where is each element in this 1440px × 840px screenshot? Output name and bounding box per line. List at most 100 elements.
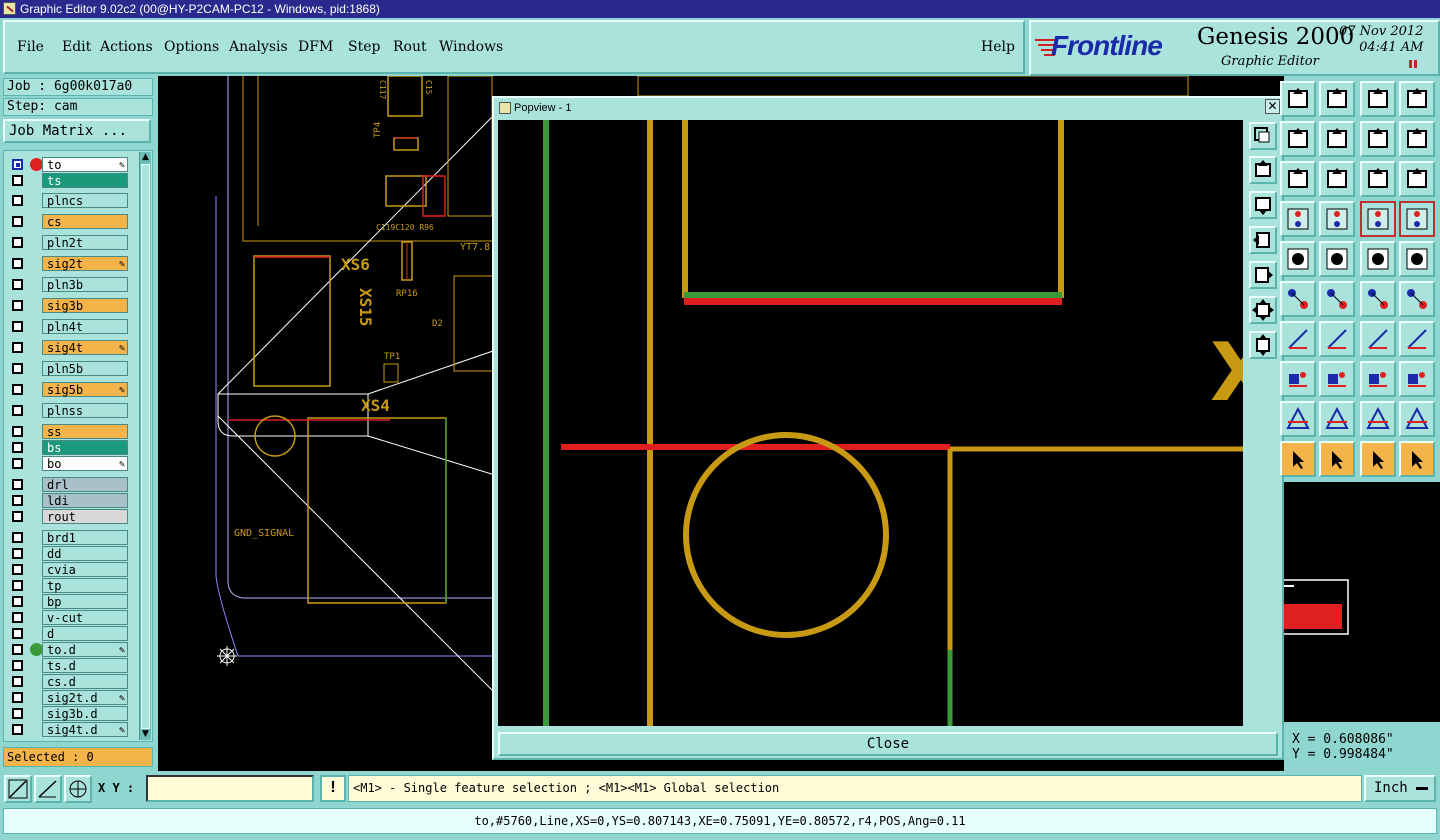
layer-row[interactable]: dd: [8, 546, 128, 561]
pads-icon[interactable]: [1399, 361, 1435, 397]
layer-name[interactable]: sig2t ✎: [42, 256, 128, 271]
layer-checkbox[interactable]: [12, 159, 23, 170]
layer-name[interactable]: pln2t: [42, 235, 128, 250]
layer-checkbox[interactable]: [12, 724, 23, 735]
menu-dfm[interactable]: DFM: [298, 39, 333, 55]
layer-row[interactable]: rout: [8, 509, 128, 524]
layer-checkbox[interactable]: [12, 321, 23, 332]
ruler-icon[interactable]: [1360, 241, 1396, 277]
layer-row[interactable]: plnss: [8, 403, 128, 418]
copy-icon[interactable]: [1319, 81, 1355, 117]
layer-row[interactable]: pln2t: [8, 235, 128, 250]
layer-checkbox[interactable]: [12, 479, 23, 490]
layer-row[interactable]: sig4t ✎: [8, 340, 128, 355]
layer-name[interactable]: ts.d: [42, 658, 128, 673]
connect-icon[interactable]: [1360, 281, 1396, 317]
layer-checkbox[interactable]: [12, 692, 23, 703]
layer-row[interactable]: cs.d: [8, 674, 128, 689]
menu-analysis[interactable]: Analysis: [229, 39, 288, 55]
measure-icon[interactable]: [34, 775, 62, 803]
layer-checkbox[interactable]: [12, 442, 23, 453]
layer-checkbox[interactable]: [12, 580, 23, 591]
edit-tools-icon[interactable]: [1280, 201, 1316, 237]
layer-name[interactable]: ts: [42, 173, 128, 188]
layer-checkbox[interactable]: [12, 564, 23, 575]
layer-name[interactable]: cs: [42, 214, 128, 229]
layer-row[interactable]: pln3b: [8, 277, 128, 292]
layer-row[interactable]: d: [8, 626, 128, 641]
scroll-up-icon[interactable]: ▲: [140, 152, 151, 163]
grid-toggle-icon[interactable]: [1319, 201, 1355, 237]
layer-row[interactable]: ts: [8, 173, 128, 188]
layer-colors-icon[interactable]: [1360, 201, 1396, 237]
layer-checkbox[interactable]: [12, 458, 23, 469]
popview-pan-left-icon[interactable]: [1249, 226, 1277, 254]
layer-name[interactable]: sig2t.d ✎: [42, 690, 128, 705]
layer-checkbox[interactable]: [12, 644, 23, 655]
layer-row[interactable]: ts.d: [8, 658, 128, 673]
scale-1-2-icon[interactable]: [1360, 161, 1396, 197]
menu-actions[interactable]: Actions: [100, 39, 153, 55]
layer-row[interactable]: plncs: [8, 193, 128, 208]
paste-icon[interactable]: [1280, 121, 1316, 157]
move-icon[interactable]: [1319, 121, 1355, 157]
arch4-icon[interactable]: [1399, 401, 1435, 437]
menu-edit[interactable]: Edit: [62, 39, 91, 55]
home-icon[interactable]: [1360, 81, 1396, 117]
cross-icon[interactable]: [1319, 281, 1355, 317]
warning-icon[interactable]: !: [320, 775, 346, 802]
layer-checkbox[interactable]: [12, 708, 23, 719]
popview-close-button[interactable]: Close: [498, 732, 1278, 756]
scroll-down-icon[interactable]: ▼: [140, 729, 151, 740]
rotate-icon[interactable]: [1360, 121, 1396, 157]
layer-name[interactable]: bp: [42, 594, 128, 609]
layer-name[interactable]: pln5b: [42, 361, 128, 376]
popview-close-icon[interactable]: ✕: [1265, 99, 1280, 114]
layer-name[interactable]: d: [42, 626, 128, 641]
zoom-fit-icon[interactable]: [1319, 161, 1355, 197]
layer-checkbox[interactable]: [12, 363, 23, 374]
layer-row[interactable]: to.d ✎: [8, 642, 128, 657]
layer-row[interactable]: bs: [8, 440, 128, 455]
grid-icon[interactable]: [64, 775, 92, 803]
unit-selector[interactable]: Inch: [1364, 775, 1436, 802]
layer-name[interactable]: dd: [42, 546, 128, 561]
layer-checkbox[interactable]: [12, 237, 23, 248]
layer-checkbox[interactable]: [12, 495, 23, 506]
layer-colors2-icon[interactable]: [1399, 201, 1435, 237]
layer-name[interactable]: sig3b: [42, 298, 128, 313]
layer-checkbox[interactable]: [12, 216, 23, 227]
layer-checkbox[interactable]: [12, 511, 23, 522]
layer-name[interactable]: bs: [42, 440, 128, 455]
cursor-icon[interactable]: [1280, 441, 1316, 477]
popview-canvas[interactable]: X: [498, 120, 1243, 726]
layer-row[interactable]: sig5b ✎: [8, 382, 128, 397]
layer-name[interactable]: ldi: [42, 493, 128, 508]
layer-name[interactable]: sig4t ✎: [42, 340, 128, 355]
layer-checkbox[interactable]: [12, 258, 23, 269]
align-icon[interactable]: [1360, 361, 1396, 397]
layer-name[interactable]: sig5b ✎: [42, 382, 128, 397]
layer-checkbox[interactable]: [12, 175, 23, 186]
popview-drawing[interactable]: X: [498, 120, 1243, 726]
layer-checkbox[interactable]: [12, 596, 23, 607]
line-icon[interactable]: [1319, 321, 1355, 357]
layer-name[interactable]: sig3b.d: [42, 706, 128, 721]
layer-name[interactable]: cvia: [42, 562, 128, 577]
layer-name[interactable]: to ✎: [42, 157, 128, 172]
minimap[interactable]: [1284, 482, 1440, 722]
layer-name[interactable]: tp: [42, 578, 128, 593]
layer-checkbox[interactable]: [12, 532, 23, 543]
route-icon[interactable]: [1399, 441, 1435, 477]
select-all-icon[interactable]: [1280, 81, 1316, 117]
layer-row[interactable]: sig3b: [8, 298, 128, 313]
layer-row[interactable]: sig2t.d ✎: [8, 690, 128, 705]
scroll-thumb[interactable]: [141, 164, 150, 729]
pointer-icon[interactable]: [1360, 441, 1396, 477]
connect2-icon[interactable]: [1399, 281, 1435, 317]
layer-row[interactable]: ldi: [8, 493, 128, 508]
layer-row[interactable]: brd1: [8, 530, 128, 545]
layer-row[interactable]: to ✎: [8, 157, 128, 172]
job-matrix-button[interactable]: Job Matrix ...: [3, 119, 151, 143]
layer-row[interactable]: ss: [8, 424, 128, 439]
